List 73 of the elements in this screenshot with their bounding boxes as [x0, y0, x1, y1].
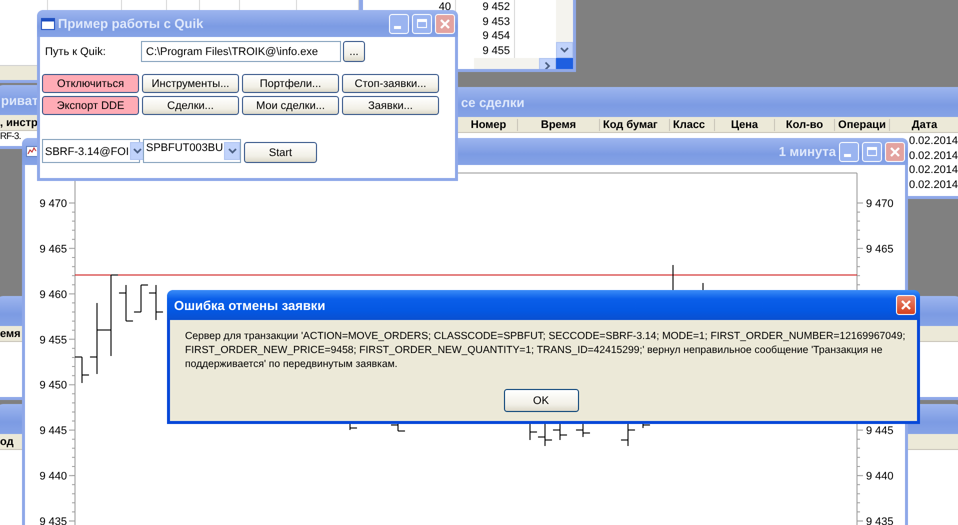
field-label: Путь к Quik:: [44, 46, 107, 58]
column-header: Операци: [838, 118, 886, 130]
button[interactable]: Портфели...: [242, 74, 339, 93]
button[interactable]: Отключиться: [42, 74, 139, 93]
axis-label: 9 460: [39, 288, 67, 301]
axis-label: 9 455: [39, 334, 67, 346]
ok-button[interactable]: OK: [504, 389, 578, 412]
button[interactable]: Экспорт DDE: [42, 96, 139, 115]
table-cell: 40: [438, 0, 451, 15]
table-cell: 9 455: [482, 44, 510, 58]
window-title: Пример работы с Quik: [58, 16, 204, 31]
axis-label: 9 435: [866, 516, 894, 525]
window-title: 1 минута: [778, 144, 836, 159]
error-message: Сервер для транзакции 'ACTION=MOVE_ORDERS; CLASSCODE=SPBFUT; SECCODE=SBRF-3.14; MODE=1; FIRST_ORDER_NUMBER=12169967049; FIRST_ORDER_NEW_PRICE=9458; FIRST_ORDER_NEW_QUANTITY=1; TRANS_ID=42415299;' вернул неправильное сообщение 'Транзакция не поддерживается' по передвинутым заявкам.: [185, 330, 906, 372]
column-header: емя: [0, 328, 21, 340]
start-button[interactable]: Start: [244, 142, 317, 163]
column-header: Кол-во: [786, 118, 824, 130]
close-icon: [889, 146, 901, 158]
scroll-down-button[interactable]: [556, 42, 573, 58]
close-button[interactable]: [896, 295, 916, 315]
chevron-right-icon: [544, 62, 550, 69]
minimize-button[interactable]: [389, 14, 409, 34]
button[interactable]: Мои сделки...: [242, 96, 339, 115]
close-icon: [900, 299, 912, 311]
button[interactable]: Инструменты...: [142, 74, 239, 93]
column-header: , инстр: [0, 116, 38, 128]
maximize-button[interactable]: [862, 142, 882, 162]
class-dropdown[interactable]: SPBFUT003BU: [143, 139, 241, 163]
table-cell-text: RF-3.: [0, 131, 22, 143]
table-cell: 9 453: [482, 14, 510, 30]
path-field[interactable]: C:\Program Files\TROIK@\info.exe: [141, 41, 341, 62]
window-title: риват: [1, 92, 38, 108]
axis-label: 9 445: [39, 425, 67, 438]
browse-button[interactable]: ...: [343, 41, 365, 62]
axis-label: 9 440: [866, 470, 894, 483]
axis-label: 9 470: [866, 198, 894, 210]
window-title: се сделки: [461, 94, 525, 110]
axis-label: 9 465: [39, 243, 67, 256]
maximize-button[interactable]: [412, 14, 432, 34]
column-header: Цена: [730, 118, 758, 130]
column-header: Класс: [673, 118, 706, 130]
chevron-down-icon: [560, 47, 569, 54]
button[interactable]: Стоп-заявки...: [342, 74, 439, 93]
chevron-down-icon: [133, 148, 142, 154]
axis-label: 9 440: [39, 470, 67, 483]
close-button[interactable]: [885, 142, 905, 162]
column-header: Номер: [470, 118, 506, 130]
instrument-dropdown[interactable]: SBRF-3.14@FOI: [42, 139, 140, 163]
table-cell: 0.02.2014: [909, 178, 958, 192]
button[interactable]: Сделки...: [142, 96, 239, 115]
minimize-button[interactable]: [839, 142, 859, 162]
column-header: од: [0, 436, 14, 448]
column-header: Дата: [912, 118, 938, 130]
column-header: Время: [540, 118, 576, 130]
table-cell: 0.02.2014: [909, 148, 958, 164]
scrollbar[interactable]: [0, 65, 37, 80]
chevron-down-icon: [228, 148, 237, 154]
table-cell: 9 454: [482, 29, 510, 44]
window-title: Ошибка отмены заявки: [174, 298, 326, 312]
column-header: Код бумаг: [603, 118, 658, 130]
scrollbar[interactable]: [556, 0, 573, 58]
window-icon: [41, 18, 55, 30]
button[interactable]: Заявки...: [342, 96, 439, 115]
axis-label: 9 445: [866, 425, 894, 438]
axis-label: 9 465: [866, 243, 894, 256]
table-cell: 0.02.2014: [909, 134, 958, 149]
table-cell: 0.02.2014: [909, 163, 958, 178]
axis-label: 9 450: [39, 380, 67, 392]
close-icon: [439, 18, 451, 30]
axis-label: 9 435: [39, 516, 67, 525]
table-cell: 9 452: [482, 0, 510, 15]
close-button[interactable]: [435, 14, 455, 34]
axis-label: 9 470: [39, 198, 67, 210]
